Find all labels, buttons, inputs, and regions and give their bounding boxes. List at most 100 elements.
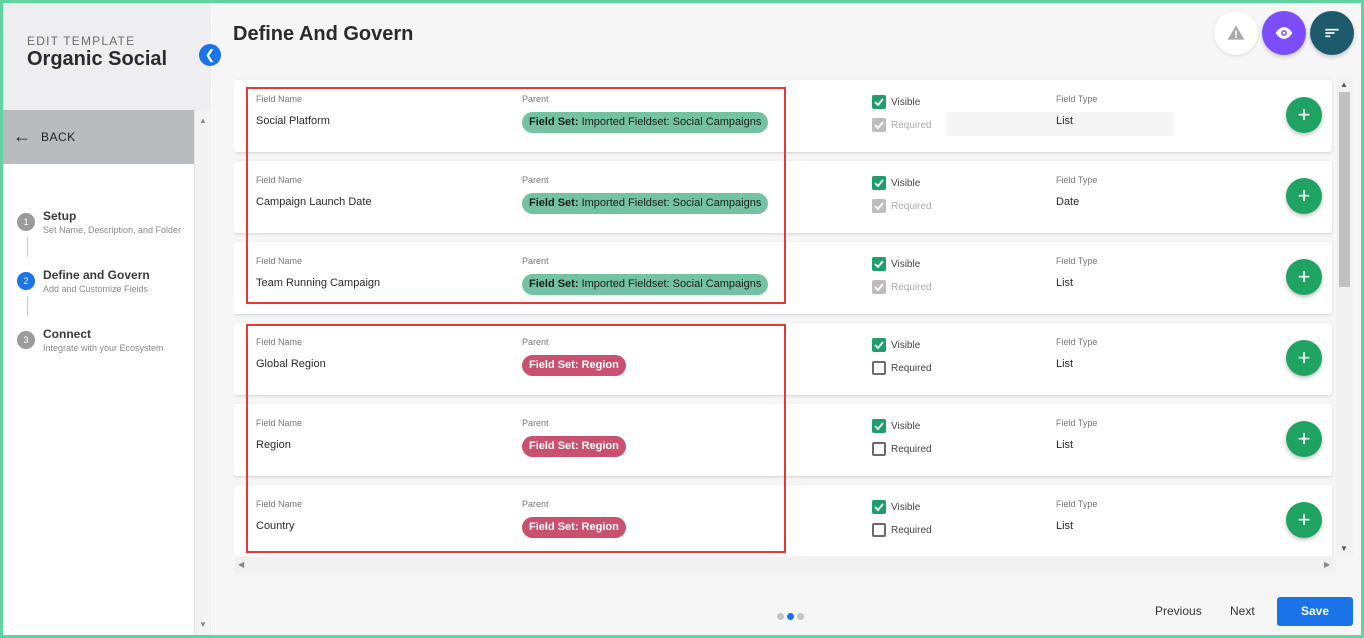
check-icon [874,422,884,431]
required-label: Required [891,444,932,455]
step-title: Connect [43,327,91,341]
field-type-label: Field Type [1056,256,1098,266]
scroll-right-icon[interactable]: ▶ [1324,560,1330,569]
highlight-box-social-campaigns [246,87,786,304]
sort-button[interactable] [1310,11,1354,55]
check-icon [874,98,884,107]
plus-icon: + [1297,507,1311,532]
field-type-label: Field Type [1056,499,1098,509]
field-type-value: List [1056,520,1074,532]
visible-label: Visible [891,421,921,432]
step-number: 2 [17,272,35,290]
check-icon [874,283,884,292]
template-eyebrow: EDIT TEMPLATE [27,34,136,48]
scroll-down-icon[interactable]: ▼ [1340,544,1348,553]
warnings-button[interactable] [1214,11,1258,55]
check-icon [874,260,884,269]
scroll-left-icon[interactable]: ◀ [238,560,244,569]
pagination-dot[interactable] [797,613,804,620]
step-number: 1 [17,213,35,231]
step-subtitle: Set Name, Description, and Folder [43,225,182,235]
horizontal-scrollbar[interactable]: ◀ ▶ [234,557,1336,574]
required-checkbox[interactable] [872,280,886,294]
required-checkbox[interactable] [872,442,886,456]
check-icon [874,202,884,211]
visible-checkbox[interactable] [872,500,886,514]
sidebar: EDIT TEMPLATE Organic Social ← BACK ▲ ▼ … [3,3,211,635]
scroll-up-icon[interactable]: ▲ [199,116,207,125]
required-checkbox[interactable] [872,361,886,375]
scroll-up-icon[interactable]: ▲ [1340,80,1348,89]
sidebar-header: EDIT TEMPLATE Organic Social [3,3,211,110]
required-label: Required [891,282,932,293]
scroll-down-icon[interactable]: ▼ [199,620,207,629]
required-checkbox[interactable] [872,118,886,132]
pagination-dots [777,607,807,625]
chevron-left-icon: ❮ [204,47,216,62]
add-field-button[interactable]: + [1286,502,1322,538]
field-type-label: Field Type [1056,337,1098,347]
field-type-value: List [1056,358,1074,370]
step-connector [27,237,28,257]
plus-icon: + [1297,183,1311,208]
required-checkbox[interactable] [872,523,886,537]
visible-label: Visible [891,178,921,189]
plus-icon: + [1297,264,1311,289]
visible-label: Visible [891,340,921,351]
scrollbar-thumb[interactable] [1339,92,1350,287]
visible-label: Visible [891,502,921,513]
page-title: Define And Govern [233,23,414,45]
plus-icon: + [1297,426,1311,451]
step-title: Define and Govern [43,268,150,282]
visible-checkbox[interactable] [872,176,886,190]
highlight-box-region [246,324,786,553]
vertical-scrollbar[interactable]: ▲ ▼ [1336,78,1353,556]
collapse-sidebar-button[interactable]: ❮ [199,44,221,66]
field-type-value: List [1056,115,1074,127]
next-button[interactable]: Next [1230,604,1255,618]
field-type-value: List [1056,277,1074,289]
check-icon [874,341,884,350]
visible-label: Visible [891,97,921,108]
step-subtitle: Integrate with your Ecosystem [43,343,164,353]
warning-icon [1227,25,1245,40]
visible-checkbox[interactable] [872,95,886,109]
visible-checkbox[interactable] [872,257,886,271]
add-field-button[interactable]: + [1286,178,1322,214]
visible-checkbox[interactable] [872,338,886,352]
previous-button[interactable]: Previous [1155,604,1202,618]
preview-button[interactable] [1262,11,1306,55]
required-label: Required [891,120,932,131]
field-type-label: Field Type [1056,418,1098,428]
back-label: BACK [41,130,76,144]
eye-icon [1275,27,1293,39]
check-icon [874,503,884,512]
field-type-value: Date [1056,196,1080,208]
required-label: Required [891,201,932,212]
required-label: Required [891,363,932,374]
visible-checkbox[interactable] [872,419,886,433]
plus-icon: + [1297,345,1311,370]
visible-label: Visible [891,259,921,270]
check-icon [874,179,884,188]
sort-icon [1325,28,1339,38]
back-button[interactable]: ← BACK [3,110,194,164]
required-label: Required [891,525,932,536]
pagination-dot[interactable] [777,613,784,620]
save-button[interactable]: Save [1277,597,1353,626]
add-field-button[interactable]: + [1286,259,1322,295]
required-checkbox[interactable] [872,199,886,213]
check-icon [874,121,884,130]
step-connector [27,296,28,316]
add-field-button[interactable]: + [1286,421,1322,457]
step-subtitle: Add and Customize Fields [43,284,149,294]
add-field-button[interactable]: + [1286,340,1322,376]
main-panel: Define And Govern Field Name Social Plat… [212,3,1361,635]
sidebar-scrollbar[interactable]: ▲ ▼ [194,110,211,635]
arrow-left-icon: ← [13,126,31,146]
add-field-button[interactable]: + [1286,97,1322,133]
pagination-dot-active[interactable] [787,613,794,620]
field-type-label: Field Type [1056,94,1098,104]
field-type-value: List [1056,439,1074,451]
step-number: 3 [17,331,35,349]
